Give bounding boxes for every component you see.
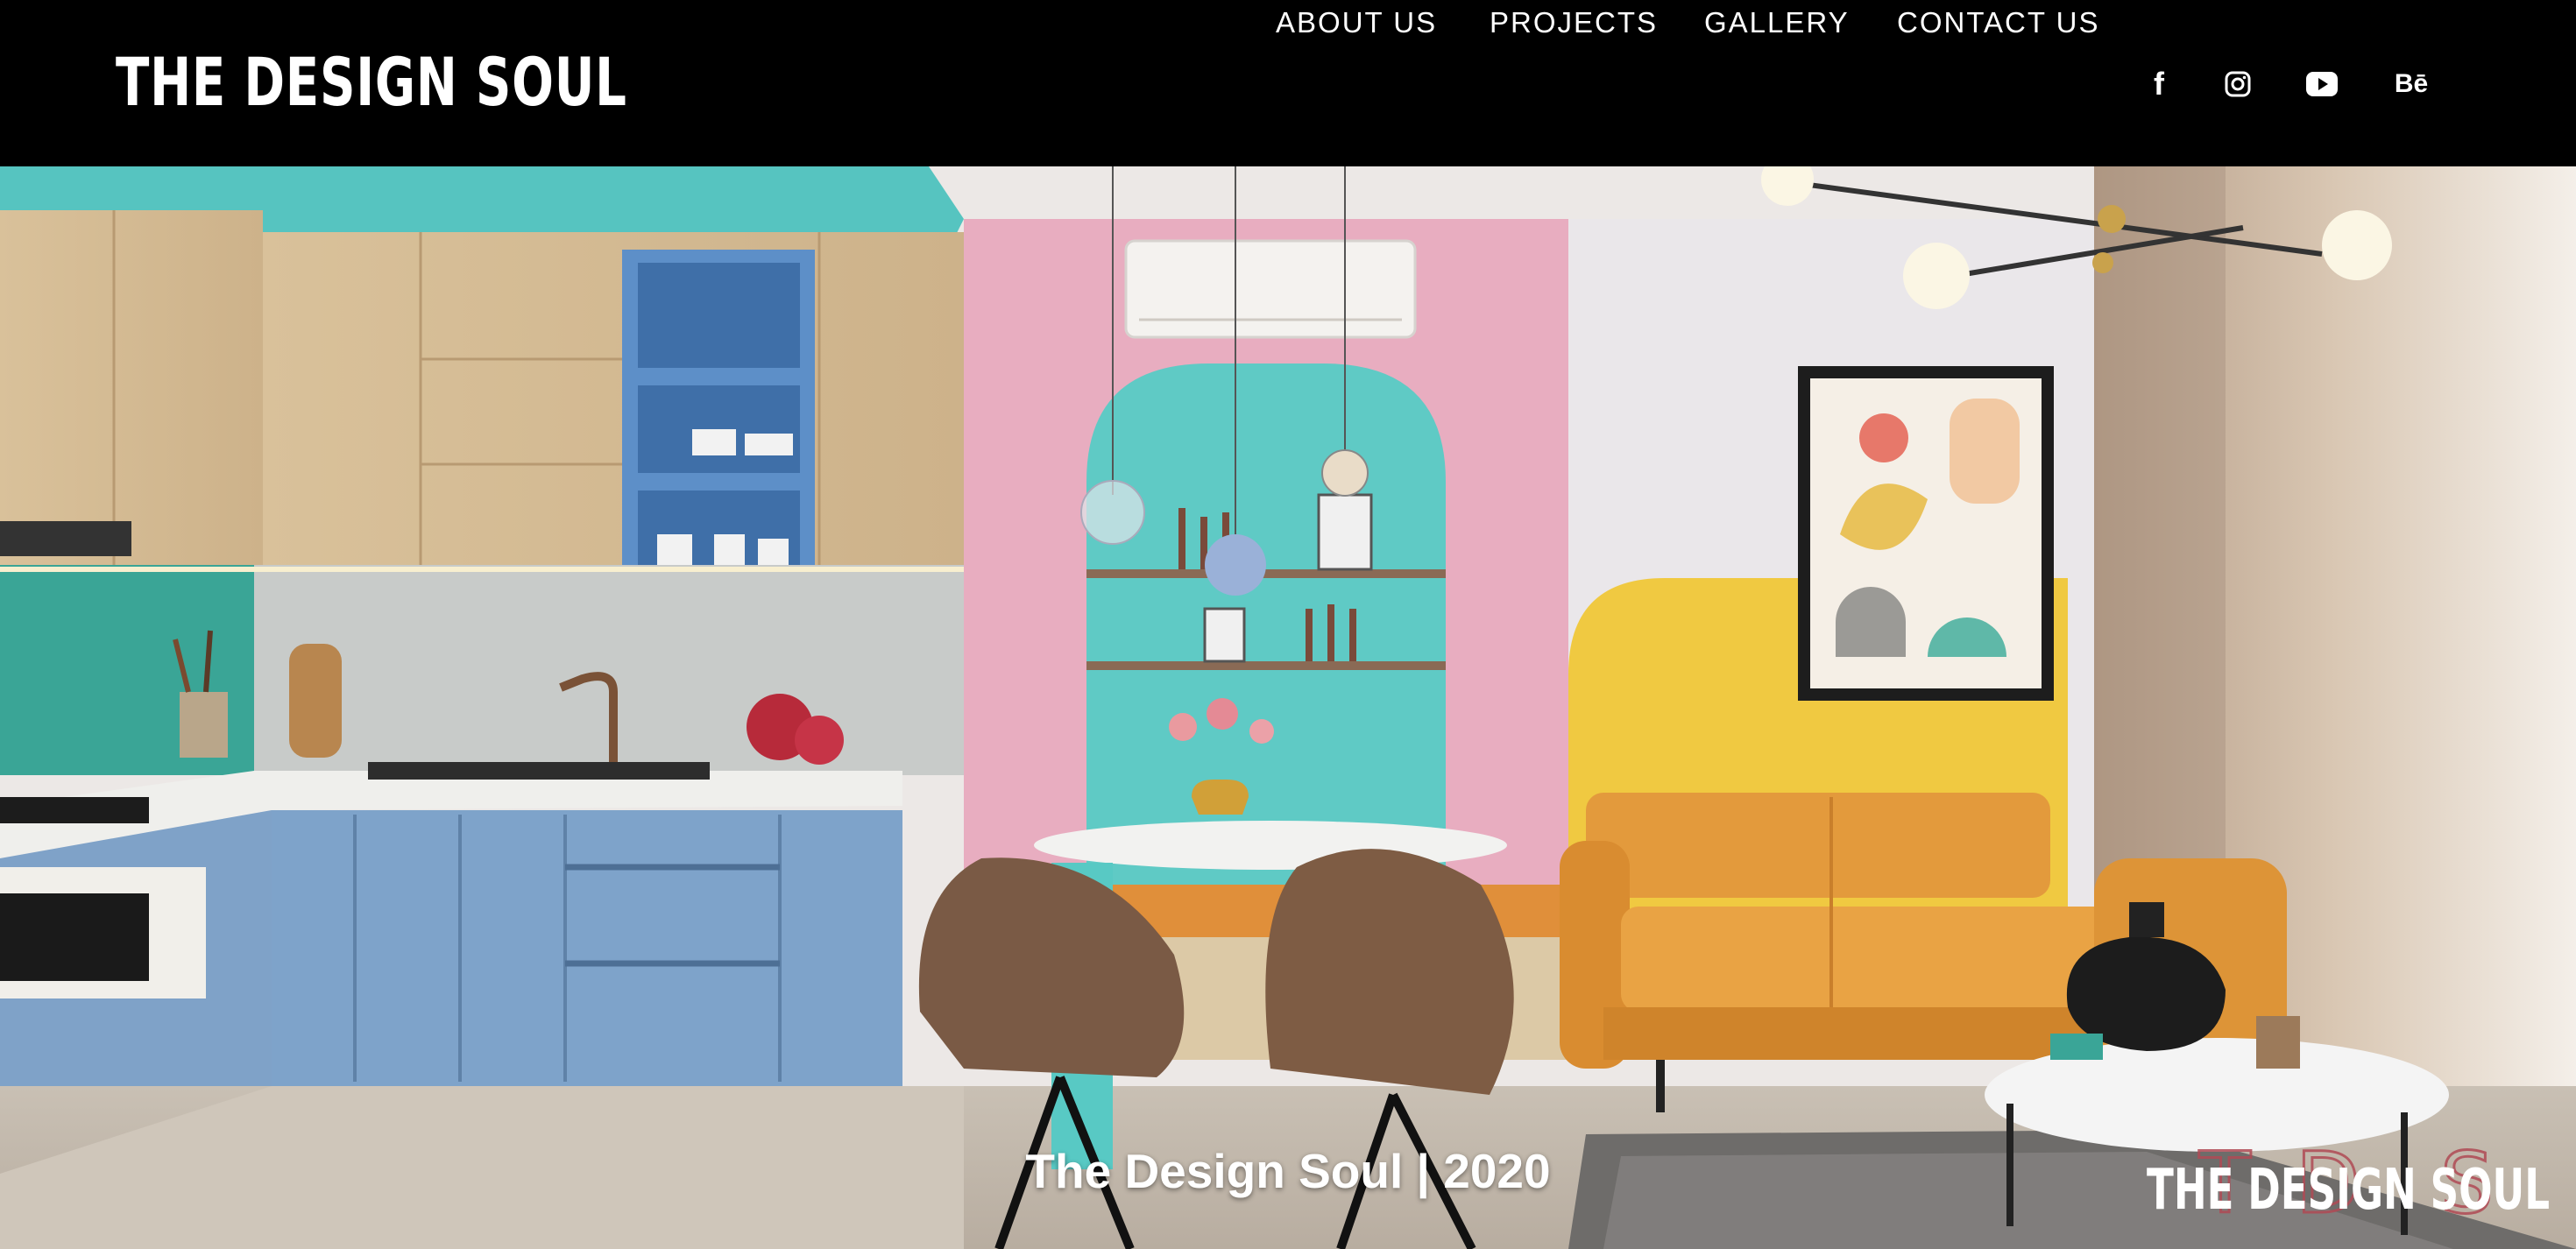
site-logo[interactable]: THE DESIGN SOUL (116, 39, 627, 126)
nav-projects[interactable]: PROJECTS (1490, 0, 1658, 46)
interior-illustration (0, 166, 2576, 1249)
instagram-icon[interactable] (2217, 63, 2259, 105)
watermark-logo: T D S THE DESIGN SOUL (2147, 1133, 2558, 1235)
behance-icon[interactable]: Bē (2390, 63, 2432, 105)
hero-image (0, 166, 2576, 1249)
nav-contact-us[interactable]: CONTACT US (1897, 0, 2099, 46)
nav-about-us[interactable]: ABOUT US (1276, 0, 1437, 46)
nav-gallery[interactable]: GALLERY (1704, 0, 1850, 46)
svg-text:THE DESIGN SOUL: THE DESIGN SOUL (2147, 1158, 2550, 1223)
facebook-icon[interactable]: f (2138, 63, 2180, 105)
youtube-icon[interactable] (2301, 63, 2343, 105)
site-header: THE DESIGN SOUL ABOUT US PROJECTS GALLER… (0, 0, 2576, 167)
